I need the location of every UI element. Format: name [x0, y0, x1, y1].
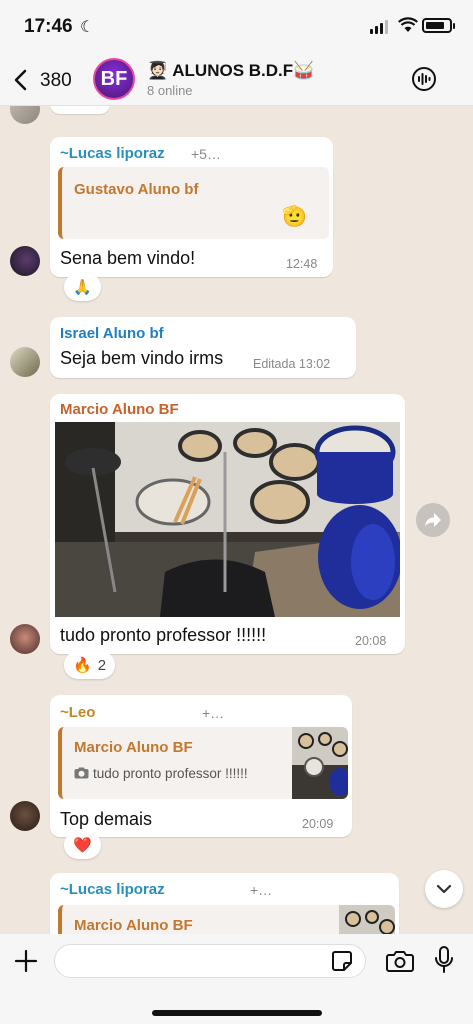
reaction-pill[interactable]: 🔥 2 [64, 651, 116, 679]
group-avatar[interactable]: BF [93, 58, 135, 100]
sender-name[interactable]: Marcio Aluno BF [60, 401, 179, 418]
reaction-emoji: 🙏 [73, 279, 92, 296]
quote-text: 🫡 [282, 206, 307, 228]
chevron-down-icon [436, 884, 452, 894]
group-status: 8 online [147, 83, 193, 98]
voice-chat-icon[interactable] [411, 66, 437, 92]
unread-count[interactable]: 380 [40, 70, 72, 92]
cellular-signal-icon [370, 20, 388, 34]
message-bubble[interactable]: Marcio Aluno BF tudo pronto professor !!… [50, 394, 405, 654]
microphone-icon[interactable] [434, 946, 454, 974]
camera-icon[interactable] [386, 949, 414, 973]
reaction-pill[interactable]: 🙏 [64, 273, 101, 301]
sticker-icon[interactable] [331, 950, 353, 972]
plus-icon[interactable] [14, 949, 38, 973]
avatar[interactable] [10, 347, 40, 377]
reaction-pill[interactable]: ❤️ [64, 831, 101, 859]
quote-text: tudo pronto professor !!!!!! [93, 766, 248, 781]
message-text: tudo pronto professor !!!!!! [60, 625, 267, 645]
message-time: 20:08 [355, 634, 387, 648]
forward-button[interactable] [416, 503, 450, 537]
reaction-emoji: ❤️ [73, 837, 92, 854]
sender-phone: +… [250, 882, 273, 898]
sender-phone: +… [202, 705, 225, 721]
scroll-down-button[interactable] [425, 870, 463, 908]
status-time: 17:46 [24, 16, 73, 37]
avatar[interactable] [10, 106, 40, 124]
input-bar [0, 934, 473, 1024]
message-bubble[interactable]: ~Lucas liporaz +… Marcio Aluno BF [50, 873, 399, 940]
avatar[interactable] [10, 624, 40, 654]
chat-header: 380 BF 🧑🏻‍🎓 ALUNOS B.D.F🥁 8 online [0, 54, 473, 106]
do-not-disturb-icon: ☾ [80, 19, 95, 36]
avatar[interactable] [10, 801, 40, 831]
message-time: 12:48 [286, 257, 318, 271]
message-time: Editada 13:02 [253, 357, 331, 371]
message-bubble[interactable]: Israel Aluno bf Seja bem vindo irms Edit… [50, 317, 356, 378]
sender-name[interactable]: ~Lucas liporaz [60, 881, 165, 898]
avatar[interactable] [10, 246, 40, 276]
quote-sender: Gustavo Aluno bf [74, 181, 199, 198]
back-arrow-icon[interactable] [12, 68, 30, 92]
quote-sender: Marcio Aluno BF [74, 739, 193, 756]
forward-icon [425, 513, 441, 527]
status-bar: 17:46 ☾ [0, 0, 473, 54]
chat-area[interactable]: ~Lucas liporaz +5… Gustavo Aluno bf 🫡 Se… [0, 106, 473, 940]
message-text: Seja bem vindo irms [60, 348, 224, 368]
message-text: Top demais [60, 809, 153, 829]
sender-name[interactable]: ~Leo [60, 704, 95, 721]
reaction-count: 2 [97, 656, 107, 674]
message-bubble[interactable]: ~Lucas liporaz +5… Gustavo Aluno bf 🫡 Se… [50, 137, 333, 277]
message-input[interactable] [54, 944, 366, 978]
battery-tip [453, 23, 455, 29]
quoted-message[interactable]: Marcio Aluno BF tudo pronto professor !!… [58, 727, 348, 799]
wifi-icon [398, 17, 418, 32]
quoted-message[interactable]: Gustavo Aluno bf 🫡 [58, 167, 329, 239]
group-name[interactable]: 🧑🏻‍🎓 ALUNOS B.D.F🥁 [147, 61, 314, 81]
sender-name[interactable]: Israel Aluno bf [60, 325, 164, 342]
message-time: 20:09 [302, 817, 334, 831]
message-text: Sena bem vindo! [60, 248, 196, 268]
sender-phone: +5… [191, 146, 221, 162]
message-bubble[interactable]: ~Leo +… Marcio Aluno BF tudo pronto prof… [50, 695, 352, 837]
camera-icon [74, 767, 89, 779]
drum-kit-photo[interactable] [55, 422, 400, 617]
battery-icon [422, 18, 452, 33]
reaction-emoji: 🔥 [73, 657, 92, 674]
home-indicator [152, 1010, 322, 1016]
message-bubble-partial[interactable] [50, 106, 110, 114]
sender-name[interactable]: ~Lucas liporaz [60, 145, 165, 162]
quote-thumbnail [292, 727, 348, 799]
quote-sender: Marcio Aluno BF [74, 917, 193, 934]
